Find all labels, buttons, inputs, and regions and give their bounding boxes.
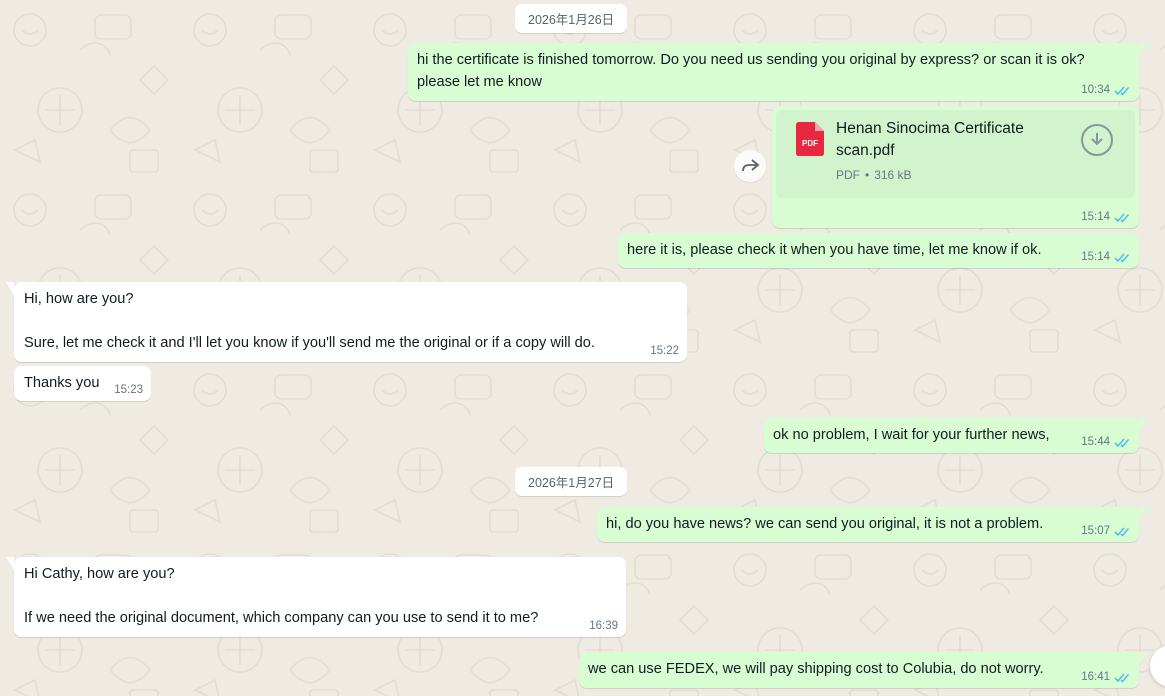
message-text: Hi Cathy, how are you? If we need the or… [24, 566, 539, 626]
message-time: 15:07 [1081, 525, 1110, 537]
message-meta: 15:14 [1081, 210, 1131, 224]
message-text: Hi, how are you? Sure, let me check it a… [24, 291, 595, 351]
document-info: PDF • 316 kB [836, 164, 912, 186]
message-time: 16:39 [589, 620, 618, 632]
message-meta: 15:14 [1081, 250, 1131, 264]
message-meta: 15:44 [1081, 435, 1131, 449]
bubble-tail [6, 282, 14, 295]
document-card[interactable]: PDF Henan Sinocima Certificate scan.pdf … [776, 110, 1135, 198]
outgoing-message[interactable]: hi, do you have news? we can send you or… [597, 507, 1147, 542]
message-meta: 16:39 [589, 619, 618, 633]
forward-button[interactable] [734, 150, 766, 182]
forward-icon [742, 159, 760, 172]
message-meta: 10:34 [1081, 83, 1131, 97]
double-check-icon [1114, 672, 1130, 683]
message-text: hi, do you have news? we can send you or… [606, 516, 1044, 532]
message-text: we can use FEDEX, we will pay shipping c… [588, 661, 1044, 677]
message-time: 15:22 [650, 345, 679, 357]
date-label: 2026年1月27日 [528, 476, 615, 490]
download-button[interactable] [1081, 124, 1113, 156]
double-check-icon [1114, 212, 1130, 223]
message-time: 15:44 [1081, 436, 1110, 448]
date-label: 2026年1月26日 [528, 13, 615, 27]
message-time: 10:34 [1081, 84, 1110, 96]
document-type: PDF [836, 168, 860, 182]
message-text: ok no problem, I wait for your further n… [773, 427, 1050, 443]
message-time: 15:23 [114, 384, 143, 396]
bubble-tail [1139, 43, 1147, 56]
double-check-icon [1114, 437, 1130, 448]
message-time: 15:14 [1081, 251, 1110, 263]
bubble-tail [1139, 652, 1147, 665]
message-time: 16:41 [1081, 671, 1110, 683]
date-separator: 2026年1月26日 [515, 4, 628, 33]
svg-text:PDF: PDF [802, 139, 818, 148]
download-icon [1091, 133, 1103, 146]
message-text: hi the certificate is finished tomorrow.… [417, 52, 1089, 90]
message-meta: 15:23 [114, 383, 143, 397]
message-meta: 15:22 [650, 344, 679, 358]
document-message[interactable]: PDF Henan Sinocima Certificate scan.pdf … [772, 106, 1139, 228]
scroll-down-button[interactable] [1150, 645, 1165, 687]
pdf-icon: PDF [796, 122, 824, 156]
bubble-tail [1139, 507, 1147, 520]
message-time: 15:14 [1081, 211, 1110, 223]
outgoing-message[interactable]: we can use FEDEX, we will pay shipping c… [579, 652, 1147, 688]
separator-dot: • [865, 168, 870, 182]
document-name: Henan Sinocima Certificate scan.pdf [836, 120, 1024, 159]
message-meta: 16:41 [1081, 670, 1131, 684]
incoming-message[interactable]: Thanks you 15:23 [14, 366, 151, 401]
incoming-message[interactable]: Hi Cathy, how are you? If we need the or… [6, 557, 626, 637]
bubble-tail [1139, 418, 1147, 431]
message-meta: 15:07 [1081, 524, 1131, 538]
incoming-message[interactable]: Hi, how are you? Sure, let me check it a… [6, 282, 687, 362]
message-text: here it is, please check it when you hav… [627, 242, 1042, 258]
bubble-tail [6, 557, 14, 570]
document-size: 316 kB [874, 168, 912, 182]
outgoing-message[interactable]: hi the certificate is finished tomorrow.… [408, 43, 1147, 101]
outgoing-message[interactable]: ok no problem, I wait for your further n… [764, 418, 1147, 453]
double-check-icon [1114, 526, 1130, 537]
double-check-icon [1114, 252, 1130, 263]
outgoing-message[interactable]: here it is, please check it when you hav… [618, 233, 1139, 268]
date-separator: 2026年1月27日 [515, 467, 628, 496]
double-check-icon [1114, 85, 1130, 96]
